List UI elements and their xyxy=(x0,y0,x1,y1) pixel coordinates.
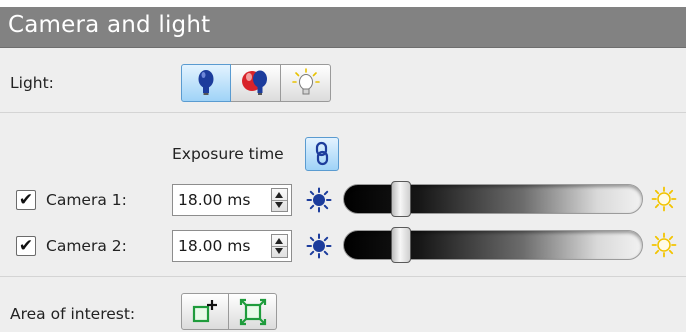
camera-1-checkbox[interactable]: ✔ xyxy=(16,190,36,210)
light-off-button[interactable] xyxy=(281,64,331,102)
link-exposure-button[interactable] xyxy=(305,137,339,171)
section-divider xyxy=(0,276,686,277)
camera-1-exposure-value: 18.00 ms xyxy=(178,191,251,209)
camera-2-exposure-spinbox[interactable]: 18.00 ms xyxy=(172,230,292,262)
off-bulb-icon xyxy=(291,68,320,95)
camera-2-checkbox[interactable]: ✔ xyxy=(16,236,36,256)
fit-area-button[interactable] xyxy=(229,293,277,330)
camera-2-spin-arrows[interactable] xyxy=(271,234,288,258)
add-area-button[interactable] xyxy=(181,293,229,330)
camera-2-label: Camera 2: xyxy=(46,237,127,255)
camera-2-exposure-value: 18.00 ms xyxy=(178,237,251,255)
panel-header: Camera and light xyxy=(0,7,686,48)
link-icon xyxy=(315,141,329,166)
camera-2-brightness-slider[interactable] xyxy=(343,227,643,263)
blue-bulb-icon xyxy=(198,70,214,95)
area-of-interest-label: Area of interest: xyxy=(10,305,136,323)
bright-sun-icon xyxy=(651,186,677,212)
red-bulb-icon xyxy=(241,70,267,95)
bright-sun-icon xyxy=(651,232,677,258)
add-area-icon xyxy=(192,299,217,322)
camera-1-label: Camera 1: xyxy=(46,191,127,209)
light-label: Light: xyxy=(10,74,54,92)
camera-1-spin-arrows[interactable] xyxy=(271,188,288,212)
dark-sun-icon xyxy=(306,187,332,213)
section-divider xyxy=(0,112,686,113)
exposure-time-label: Exposure time xyxy=(172,145,284,163)
camera-1-brightness-slider[interactable] xyxy=(343,181,643,217)
light-on-button[interactable] xyxy=(181,64,231,102)
dark-sun-icon xyxy=(306,233,332,259)
camera-2-slider-thumb[interactable] xyxy=(391,227,411,263)
panel-title: Camera and light xyxy=(8,12,211,38)
light-red-button[interactable] xyxy=(231,64,281,102)
camera-1-slider-thumb[interactable] xyxy=(391,181,411,217)
camera-1-exposure-spinbox[interactable]: 18.00 ms xyxy=(172,184,292,216)
fit-area-icon xyxy=(239,298,266,325)
light-mode-group xyxy=(181,64,331,102)
